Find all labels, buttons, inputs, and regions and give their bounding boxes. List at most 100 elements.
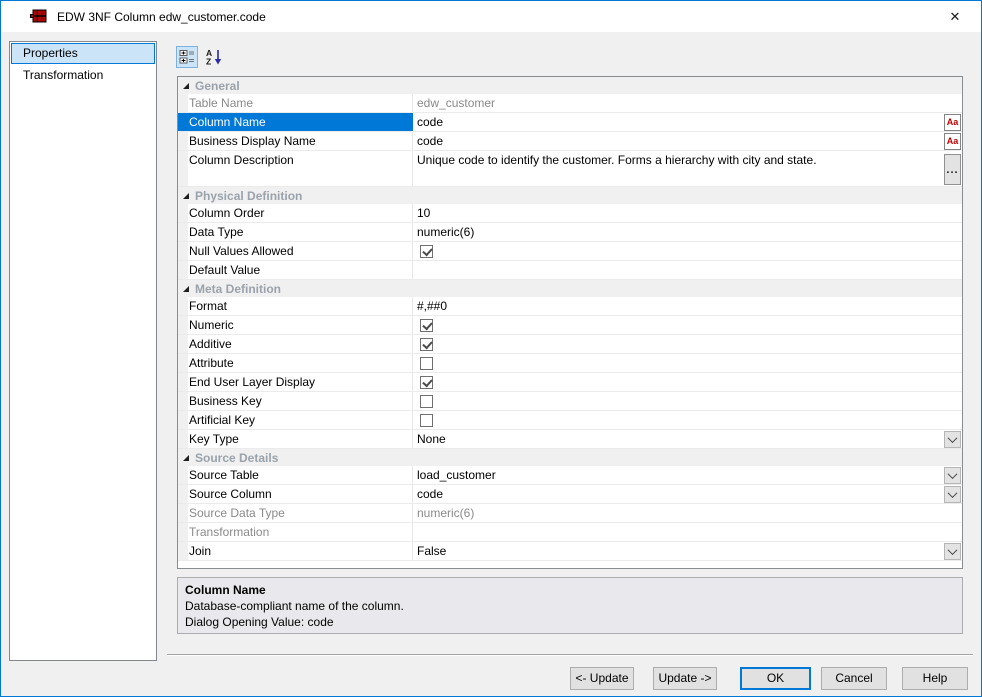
property-value-cell[interactable] <box>413 354 962 372</box>
property-label[interactable]: Source Table <box>188 466 413 484</box>
alphabetical-sort-button[interactable]: A Z <box>203 46 225 68</box>
dropdown-button[interactable] <box>944 466 961 484</box>
property-label[interactable]: Data Type <box>188 223 413 241</box>
property-value[interactable]: 10 <box>417 206 434 220</box>
property-value-cell[interactable] <box>413 316 962 334</box>
cancel-button[interactable]: Cancel <box>821 667 887 690</box>
property-row: Additive <box>178 335 962 354</box>
property-value[interactable]: code <box>417 487 447 501</box>
category-row[interactable]: Source Details <box>178 449 962 466</box>
checkbox-unchecked[interactable] <box>420 394 433 408</box>
property-row: Numeric <box>178 316 962 335</box>
property-label[interactable]: Table Name <box>188 94 413 112</box>
property-value[interactable]: Unique code to identify the customer. Fo… <box>417 153 821 167</box>
category-row[interactable]: Physical Definition <box>178 187 962 204</box>
help-button[interactable]: Help <box>902 667 968 690</box>
category-row[interactable]: General <box>178 77 962 94</box>
category-row[interactable]: Meta Definition <box>178 280 962 297</box>
rename-aa-button[interactable]: Aa <box>944 113 961 131</box>
row-indent-strip <box>178 297 188 315</box>
property-value[interactable]: numeric(6) <box>417 225 478 239</box>
checkbox-checked[interactable] <box>420 375 433 389</box>
ok-button[interactable]: OK <box>740 667 811 690</box>
tab-properties[interactable]: Properties <box>11 43 155 64</box>
property-label[interactable]: Numeric <box>188 316 413 334</box>
property-value-cell[interactable]: load_customer <box>413 466 962 484</box>
property-label[interactable]: End User Layer Display <box>188 373 413 391</box>
property-value-cell[interactable]: numeric(6) <box>413 223 962 241</box>
ellipsis-button[interactable]: ... <box>944 154 961 185</box>
property-value-cell[interactable]: #,##0 <box>413 297 962 315</box>
update-right-button[interactable]: Update -> <box>653 667 717 690</box>
property-value-cell[interactable]: numeric(6) <box>413 504 962 522</box>
property-label[interactable]: Business Display Name <box>188 132 413 150</box>
property-value[interactable]: edw_customer <box>417 96 499 110</box>
property-label[interactable]: Business Key <box>188 392 413 410</box>
property-row: Attribute <box>178 354 962 373</box>
collapse-triangle-icon[interactable] <box>183 82 189 89</box>
property-value-cell[interactable] <box>413 335 962 353</box>
dropdown-button[interactable] <box>944 542 961 560</box>
property-value-cell[interactable]: code Aa <box>413 132 962 150</box>
property-label[interactable]: Column Description <box>188 151 413 186</box>
property-value[interactable]: #,##0 <box>417 299 451 313</box>
property-row: Key Type None <box>178 430 962 449</box>
collapse-triangle-icon[interactable] <box>183 192 189 199</box>
property-value-cell[interactable] <box>413 261 962 279</box>
property-value[interactable]: None <box>417 432 450 446</box>
property-value[interactable]: code <box>417 134 447 148</box>
property-label[interactable]: Null Values Allowed <box>188 242 413 260</box>
property-value[interactable]: load_customer <box>417 468 500 482</box>
checkbox-checked[interactable] <box>420 318 433 332</box>
property-row: Business Key <box>178 392 962 411</box>
property-label[interactable]: Source Data Type <box>188 504 413 522</box>
property-label[interactable]: Additive <box>188 335 413 353</box>
categorized-view-button[interactable] <box>176 46 198 68</box>
property-value-cell[interactable]: code Aa <box>413 113 962 131</box>
property-label[interactable]: Format <box>188 297 413 315</box>
property-value-cell[interactable] <box>413 392 962 410</box>
property-label[interactable]: Artificial Key <box>188 411 413 429</box>
property-value-cell[interactable]: None <box>413 430 962 448</box>
collapse-triangle-icon[interactable] <box>183 285 189 292</box>
property-value-cell[interactable] <box>413 411 962 429</box>
property-value[interactable]: numeric(6) <box>417 506 478 520</box>
row-indent-strip <box>178 411 188 429</box>
checkbox-unchecked[interactable] <box>420 356 433 370</box>
property-value-cell[interactable] <box>413 523 962 541</box>
row-indent-strip <box>178 466 188 484</box>
property-value[interactable]: code <box>417 115 447 129</box>
property-value-cell[interactable]: False <box>413 542 962 560</box>
property-label[interactable]: Join <box>188 542 413 560</box>
close-icon[interactable]: ✕ <box>945 7 965 27</box>
property-label[interactable]: Transformation <box>188 523 413 541</box>
checkbox-unchecked[interactable] <box>420 413 433 427</box>
property-value-cell[interactable] <box>413 242 962 260</box>
property-label[interactable]: Column Order <box>188 204 413 222</box>
tab-transformation[interactable]: Transformation <box>11 65 155 86</box>
property-label[interactable]: Key Type <box>188 430 413 448</box>
property-label[interactable]: Default Value <box>188 261 413 279</box>
property-label[interactable]: Source Column <box>188 485 413 503</box>
rename-aa-button[interactable]: Aa <box>944 132 961 150</box>
property-value[interactable]: False <box>417 544 450 558</box>
property-row: Column Description Unique code to identif… <box>178 151 962 187</box>
row-indent-strip <box>178 335 188 353</box>
update-left-button[interactable]: <- Update <box>570 667 634 690</box>
checkbox-checked[interactable] <box>420 337 433 351</box>
property-value-cell[interactable] <box>413 373 962 391</box>
checkbox-checked[interactable] <box>420 244 433 258</box>
row-indent-strip <box>178 392 188 410</box>
property-value-cell[interactable]: Unique code to identify the customer. Fo… <box>413 151 962 186</box>
property-label[interactable]: Column Name <box>188 113 413 131</box>
row-indent-strip <box>178 354 188 372</box>
property-value-cell[interactable]: 10 <box>413 204 962 222</box>
property-row: Business Display Name code Aa <box>178 132 962 151</box>
property-label[interactable]: Attribute <box>188 354 413 372</box>
row-indent-strip <box>178 316 188 334</box>
property-value-cell[interactable]: code <box>413 485 962 503</box>
collapse-triangle-icon[interactable] <box>183 454 189 461</box>
dropdown-button[interactable] <box>944 430 961 448</box>
dropdown-button[interactable] <box>944 485 961 503</box>
property-value-cell[interactable]: edw_customer <box>413 94 962 112</box>
